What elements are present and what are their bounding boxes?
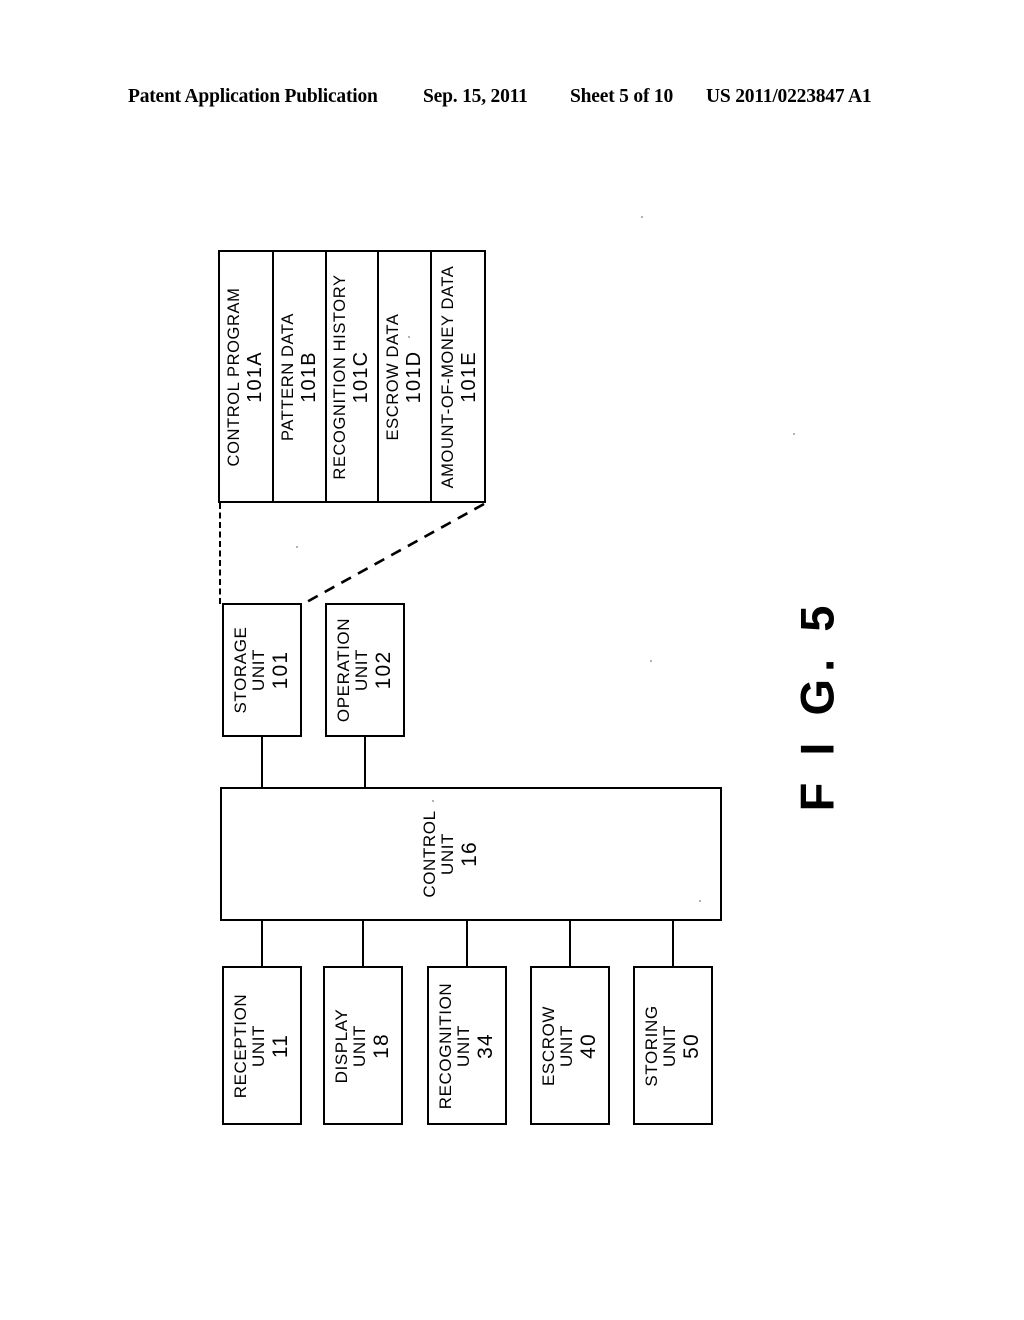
scan-speck [641, 216, 643, 218]
connector-operation-to-control [364, 737, 367, 787]
display-unit-label: DISPLAY UNIT 18 [331, 1008, 393, 1083]
display-unit-box: DISPLAY UNIT 18 [323, 966, 403, 1125]
storage-unit-box: STORAGE UNIT 101 [222, 603, 302, 737]
connector-control-to-storing [672, 921, 675, 966]
figure-caption: F I G. 5 [742, 590, 892, 820]
figure-caption-text: F I G. 5 [790, 598, 844, 812]
recognition-unit-box: RECOGNITION UNIT 34 [427, 966, 507, 1125]
operation-unit-box: OPERATION UNIT 102 [325, 603, 405, 737]
escrow-unit-box: ESCROW UNIT 40 [530, 966, 610, 1125]
reception-unit-label: RECEPTION UNIT 11 [230, 993, 292, 1098]
patent-figure-5: CONTROL PROGRAM 101A PATTERN DATA 101B R… [0, 0, 1024, 1320]
storing-unit-box: STORING UNIT 50 [633, 966, 713, 1125]
escrow-unit-label: ESCROW UNIT 40 [538, 1005, 600, 1086]
control-unit-box: CONTROL UNIT 16 [220, 787, 722, 921]
connector-control-to-reception [261, 921, 264, 966]
scan-speck [650, 660, 652, 662]
scan-speck [238, 1047, 240, 1049]
scan-speck [699, 900, 701, 902]
storage-unit-label: STORAGE UNIT 101 [230, 626, 292, 714]
scan-speck [793, 433, 795, 435]
scan-speck [408, 336, 410, 338]
connector-storage-to-control [261, 737, 264, 787]
connector-control-to-display [362, 921, 365, 966]
operation-unit-label: OPERATION UNIT 102 [333, 617, 395, 723]
connector-control-to-recognition [466, 921, 469, 966]
scan-speck [432, 800, 434, 802]
control-unit-label: CONTROL UNIT 16 [419, 810, 481, 898]
reception-unit-box: RECEPTION UNIT 11 [222, 966, 302, 1125]
scan-speck [296, 546, 298, 548]
recognition-unit-label: RECOGNITION UNIT 34 [435, 982, 497, 1109]
connector-control-to-escrow [569, 921, 572, 966]
storing-unit-label: STORING UNIT 50 [641, 1004, 703, 1087]
